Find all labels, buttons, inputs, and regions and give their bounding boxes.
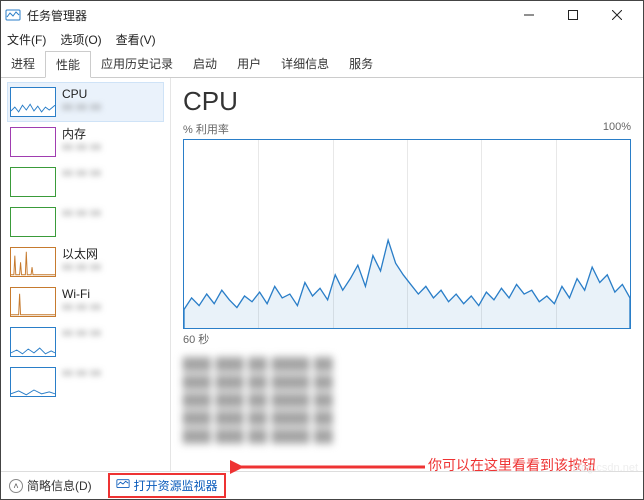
tab-services[interactable]: 服务 <box>339 51 383 77</box>
menu-file[interactable]: 文件(F) <box>7 31 46 48</box>
cpu-chart <box>183 139 631 329</box>
chart-top-axis: % 利用率 100% <box>183 121 631 137</box>
sidebar-item-wifi[interactable]: Wi-Fi <box>7 282 164 322</box>
tab-startup[interactable]: 启动 <box>183 51 227 77</box>
monitor-icon <box>116 477 130 494</box>
ethernet-thumb-icon <box>10 247 56 277</box>
memory-thumb-icon <box>10 127 56 157</box>
sidebar-item-ethernet[interactable]: 以太网 <box>7 242 164 282</box>
menu-view[interactable]: 查看(V) <box>116 31 156 48</box>
menu-options[interactable]: 选项(O) <box>60 31 101 48</box>
fewer-details-label: 简略信息(D) <box>27 477 92 494</box>
close-button[interactable] <box>595 1 639 29</box>
maximize-button[interactable] <box>551 1 595 29</box>
main-title: CPU <box>183 86 631 117</box>
sidebar-item-sub <box>62 141 101 153</box>
fewer-details-button[interactable]: ˄ 简略信息(D) <box>9 477 92 494</box>
sidebar: CPU 内存 以太网 <box>1 78 171 471</box>
minimize-button[interactable] <box>507 1 551 29</box>
cpu-thumb-icon <box>10 87 56 117</box>
wifi-thumb-icon <box>10 287 56 317</box>
sidebar-item-sub <box>62 327 101 339</box>
tab-processes[interactable]: 进程 <box>1 51 45 77</box>
task-manager-window: 任务管理器 文件(F) 选项(O) 查看(V) 进程 性能 应用历史记录 启动 … <box>0 0 644 500</box>
gpu-thumb-icon <box>10 367 56 397</box>
statusbar: ˄ 简略信息(D) 打开资源监视器 <box>1 471 643 499</box>
sidebar-item-sub <box>62 207 101 219</box>
sidebar-item-memory[interactable]: 内存 <box>7 122 164 162</box>
menubar: 文件(F) 选项(O) 查看(V) <box>1 29 643 49</box>
sidebar-item-gpu2[interactable] <box>7 362 164 402</box>
chevron-up-icon: ˄ <box>9 479 23 493</box>
sidebar-item-label: Wi-Fi <box>62 287 101 301</box>
sidebar-item-disk[interactable] <box>7 162 164 202</box>
sidebar-item-sub <box>62 101 101 113</box>
disk-thumb-icon <box>10 207 56 237</box>
disk-thumb-icon <box>10 167 56 197</box>
sidebar-item-label: 以太网 <box>62 247 101 261</box>
sidebar-item-label: 内存 <box>62 127 101 141</box>
sidebar-item-label: CPU <box>62 87 101 101</box>
tab-details[interactable]: 详细信息 <box>271 51 339 77</box>
tab-performance[interactable]: 性能 <box>45 51 91 78</box>
app-title: 任务管理器 <box>27 7 507 24</box>
open-resource-monitor-button[interactable]: 打开资源监视器 <box>108 473 226 498</box>
tabbar: 进程 性能 应用历史记录 启动 用户 详细信息 服务 <box>1 51 643 78</box>
sidebar-item-sub <box>62 261 101 273</box>
sidebar-item-gpu[interactable] <box>7 322 164 362</box>
cpu-chart-svg <box>184 140 630 329</box>
open-resmon-label: 打开资源监视器 <box>134 477 218 494</box>
window-controls <box>507 1 639 29</box>
main-panel: CPU % 利用率 100% 60 秒 <box>171 78 643 471</box>
cpu-details-blurred <box>183 355 631 445</box>
tab-users[interactable]: 用户 <box>227 51 271 77</box>
sidebar-item-cpu[interactable]: CPU <box>7 82 164 122</box>
axis-right-label: 100% <box>603 121 631 137</box>
content-area: CPU 内存 以太网 <box>1 78 643 471</box>
titlebar: 任务管理器 <box>1 1 643 29</box>
app-icon <box>5 7 21 23</box>
tab-app-history[interactable]: 应用历史记录 <box>91 51 183 77</box>
sidebar-item-sub <box>62 367 101 379</box>
axis-bottom-label: 60 秒 <box>183 331 631 347</box>
sidebar-item-sub <box>62 167 101 179</box>
axis-left-label: % 利用率 <box>183 121 229 137</box>
gpu-thumb-icon <box>10 327 56 357</box>
sidebar-item-disk2[interactable] <box>7 202 164 242</box>
sidebar-item-sub <box>62 301 101 313</box>
